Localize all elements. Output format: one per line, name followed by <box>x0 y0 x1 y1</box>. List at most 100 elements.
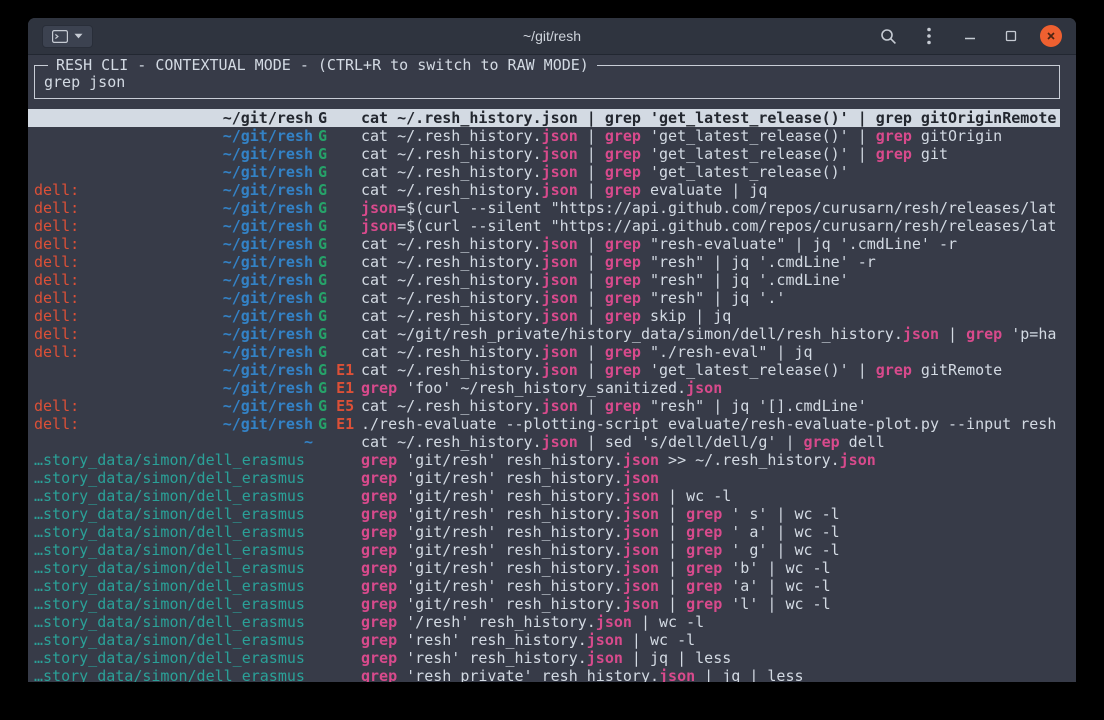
history-row[interactable]: dell:~/git/reshGcat ~/.resh_history.json… <box>28 343 1060 361</box>
row-command: cat ~/.resh_history.json | sed 's/dell/d… <box>361 433 1060 451</box>
row-host: …story_data/simon/dell_erasmus <box>34 523 305 541</box>
git-flag: G <box>318 271 327 289</box>
row-flags <box>313 487 361 505</box>
row-command: grep 'git/resh' resh_history.json >> ~/.… <box>361 451 1060 469</box>
row-command: grep 'git/resh' resh_history.json <box>361 469 1060 487</box>
row-command: cat ~/.resh_history.json | grep 'get_lat… <box>361 361 1060 379</box>
history-list: ~/git/reshGcat ~/.resh_history.json | gr… <box>28 109 1076 682</box>
row-flags: G <box>313 127 361 145</box>
row-flags <box>313 649 361 667</box>
history-row[interactable]: dell:~/git/reshGcat ~/.resh_history.json… <box>28 253 1060 271</box>
close-icon <box>1045 30 1057 42</box>
restore-button[interactable] <box>999 24 1023 48</box>
history-row[interactable]: …story_data/simon/dell_erasmusgrep 'git/… <box>28 595 1060 613</box>
history-row[interactable]: …story_data/simon/dell_erasmusgrep '/res… <box>28 613 1060 631</box>
git-flag: G <box>318 109 327 127</box>
history-row[interactable]: …story_data/simon/dell_erasmusgrep 'git/… <box>28 451 1060 469</box>
history-row[interactable]: ~/git/reshGcat ~/.resh_history.json | gr… <box>28 127 1060 145</box>
titlebar[interactable]: ~/git/resh <box>28 18 1076 55</box>
kebab-menu-icon <box>927 27 931 45</box>
git-flag: G <box>318 343 327 361</box>
row-command: cat ~/git/resh_private/history_data/simo… <box>361 325 1060 343</box>
row-host: dell: <box>34 253 79 271</box>
history-row[interactable]: …story_data/simon/dell_erasmusgrep 'git/… <box>28 541 1060 559</box>
git-flag: G <box>318 163 327 181</box>
row-directory: ~/git/resh <box>223 163 313 181</box>
row-flags: G <box>313 325 361 343</box>
search-icon <box>880 28 897 45</box>
git-flag: G <box>318 253 327 271</box>
row-directory: ~/git/resh <box>223 145 313 163</box>
row-flags: G E1 <box>313 379 361 397</box>
row-host: …story_data/simon/dell_erasmus <box>34 595 305 613</box>
row-host: …story_data/simon/dell_erasmus <box>34 469 305 487</box>
git-flag: G <box>318 289 327 307</box>
exit-code-flag: E1 <box>336 415 354 433</box>
terminal-content: RESH CLI - CONTEXTUAL MODE - (CTRL+R to … <box>28 55 1076 682</box>
history-row[interactable]: dell:~/git/reshGjson=$(curl --silent "ht… <box>28 199 1060 217</box>
history-row[interactable]: …story_data/simon/dell_erasmus grep 'git/… <box>28 469 1060 487</box>
row-directory: ~/git/resh <box>223 415 313 433</box>
row-flags: G <box>313 109 361 127</box>
history-row-selected[interactable]: ~/git/reshGcat ~/.resh_history.json | gr… <box>28 109 1060 127</box>
row-directory: ~/git/resh <box>223 127 313 145</box>
row-host: …story_data/simon/dell_erasmus <box>34 505 305 523</box>
row-flags <box>313 631 361 649</box>
row-directory: ~/git/resh <box>223 379 313 397</box>
history-row[interactable]: dell:~/git/reshGjson=$(curl --silent "ht… <box>28 217 1060 235</box>
row-flags <box>313 505 361 523</box>
search-button[interactable] <box>876 24 900 48</box>
history-row[interactable]: ~/git/reshG E1grep 'foo' ~/resh_history_… <box>28 379 1060 397</box>
history-row[interactable]: …story_data/simon/dell_erasmusgrep 'git/… <box>28 487 1060 505</box>
history-row[interactable]: dell:~/git/reshGcat ~/.resh_history.json… <box>28 307 1060 325</box>
history-row[interactable]: ~cat ~/.resh_history.json | sed 's/dell/… <box>28 433 1060 451</box>
row-command: cat ~/.resh_history.json | grep skip | j… <box>361 307 1060 325</box>
row-host: …story_data/simon/dell_erasmus <box>34 649 305 667</box>
row-flags <box>313 613 361 631</box>
row-flags <box>313 469 361 487</box>
exit-code-flag: E5 <box>336 397 354 415</box>
row-command: cat ~/.resh_history.json | grep evaluate… <box>361 181 1060 199</box>
git-flag: G <box>318 325 327 343</box>
minimize-button[interactable] <box>958 24 982 48</box>
row-flags <box>313 541 361 559</box>
row-command: cat ~/.resh_history.json | grep 'get_lat… <box>361 127 1060 145</box>
history-row[interactable]: dell:~/git/reshGcat ~/.resh_history.json… <box>28 181 1060 199</box>
history-row[interactable]: …story_data/simon/dell_erasmusgrep 'resh… <box>28 631 1060 649</box>
history-row[interactable]: dell:~/git/reshGcat ~/git/resh_private/h… <box>28 325 1060 343</box>
row-flags: G E1 <box>313 361 361 379</box>
row-host: dell: <box>34 199 79 217</box>
new-terminal-button[interactable] <box>42 25 93 48</box>
history-row[interactable]: dell:~/git/reshG E1./resh-evaluate --plo… <box>28 415 1060 433</box>
history-row[interactable]: …story_data/simon/dell_erasmusgrep 'git/… <box>28 577 1060 595</box>
row-host: …story_data/simon/dell_erasmus <box>34 613 305 631</box>
git-flag: G <box>318 145 327 163</box>
history-row[interactable]: ~/git/reshG E1cat ~/.resh_history.json |… <box>28 361 1060 379</box>
history-row[interactable]: dell:~/git/reshGcat ~/.resh_history.json… <box>28 235 1060 253</box>
history-row[interactable]: …story_data/simon/dell_erasmusgrep 'resh… <box>28 649 1060 667</box>
row-directory: ~/git/resh <box>223 199 313 217</box>
row-directory: ~/git/resh <box>223 235 313 253</box>
row-command: json=$(curl --silent "https://api.github… <box>361 199 1060 217</box>
history-row[interactable]: ~/git/reshGcat ~/.resh_history.json | gr… <box>28 145 1060 163</box>
menu-button[interactable] <box>917 24 941 48</box>
history-row[interactable]: dell:~/git/reshG E5cat ~/.resh_history.j… <box>28 397 1060 415</box>
history-row[interactable]: …story_data/simon/dell_erasmus grep 'git/… <box>28 523 1060 541</box>
row-directory: ~/git/resh <box>223 271 313 289</box>
history-row[interactable]: ~/git/reshGcat ~/.resh_history.json | gr… <box>28 163 1060 181</box>
row-command: ./resh-evaluate --plotting-script evalua… <box>361 415 1060 433</box>
row-command: grep 'foo' ~/resh_history_sanitized.json <box>361 379 1060 397</box>
history-row[interactable]: …story_data/simon/dell_erasmusgrep 'resh… <box>28 667 1060 682</box>
history-row[interactable]: dell:~/git/reshGcat ~/.resh_history.json… <box>28 289 1060 307</box>
history-row[interactable]: dell:~/git/reshGcat ~/.resh_history.json… <box>28 271 1060 289</box>
close-button[interactable] <box>1040 25 1062 47</box>
exit-code-flag: E1 <box>336 361 354 379</box>
git-flag: G <box>318 217 327 235</box>
row-host: dell: <box>34 271 79 289</box>
row-directory: ~/git/resh <box>223 307 313 325</box>
row-flags <box>313 559 361 577</box>
search-query-input[interactable]: grep json <box>44 73 1050 91</box>
row-command: grep 'git/resh' resh_history.json | grep… <box>361 523 1060 541</box>
history-row[interactable]: …story_data/simon/dell_erasmusgrep 'git/… <box>28 505 1060 523</box>
history-row[interactable]: …story_data/simon/dell_erasmusgrep 'git/… <box>28 559 1060 577</box>
